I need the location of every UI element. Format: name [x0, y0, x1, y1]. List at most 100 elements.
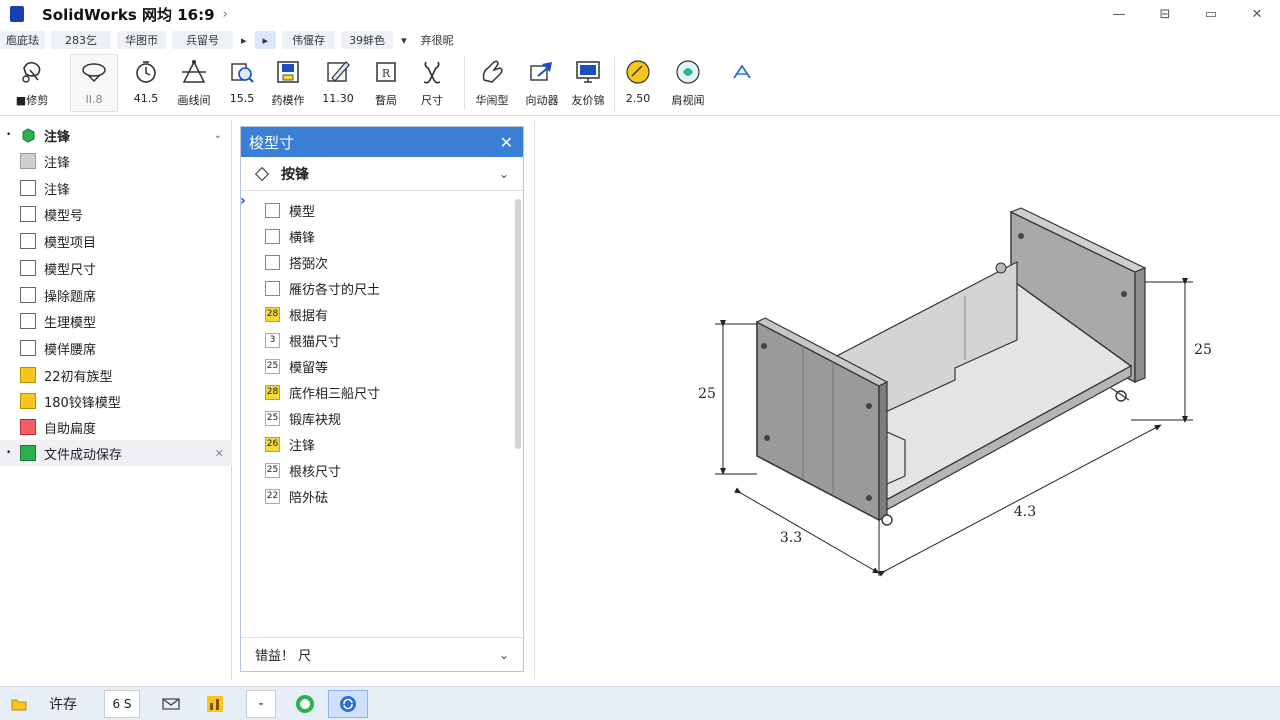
- menu-item-6[interactable]: 39蚌色: [341, 31, 394, 49]
- checkbox[interactable]: [265, 202, 280, 218]
- tree-item[interactable]: 模佯腰席: [0, 335, 232, 361]
- tree-item[interactable]: 注锋: [0, 148, 232, 174]
- refresh-icon: [340, 696, 356, 712]
- taskbar-chart[interactable]: [200, 690, 230, 718]
- list-item-label: 根据有: [289, 308, 329, 324]
- menu-arrow-1[interactable]: ▸: [239, 31, 249, 49]
- chevron-down-icon[interactable]: ⌄: [499, 167, 509, 181]
- list-item[interactable]: 28 底作相三船尺寸: [241, 379, 511, 405]
- dimension-badge: 3: [265, 332, 280, 348]
- list-item[interactable]: 22 陪外砝: [241, 483, 511, 509]
- tool-dimension[interactable]: 尺寸: [408, 54, 456, 112]
- taskbar-save[interactable]: 许存: [40, 690, 86, 718]
- tree-item[interactable]: 自助扁度: [0, 414, 232, 440]
- list-item[interactable]: 雁彷各寸的尺土: [241, 275, 511, 301]
- graphics-viewport[interactable]: 25 25 3.3 4.3: [534, 120, 1280, 680]
- close-icon[interactable]: ✕: [215, 447, 224, 460]
- taskbar-mail[interactable]: [156, 690, 186, 718]
- tree-item[interactable]: 生理模型: [0, 308, 232, 334]
- tool-move[interactable]: 向动器: [518, 54, 566, 112]
- panel-footer[interactable]: 错益！ 尺 ⌄: [241, 637, 523, 671]
- list-item[interactable]: 28 根据有: [241, 301, 511, 327]
- tree-item-root[interactable]: • 注锋 ⌄: [0, 122, 232, 148]
- menu-item-4[interactable]: 兵留号: [172, 31, 233, 49]
- tool-sun[interactable]: 2.50: [614, 54, 662, 112]
- panel-scrollbar[interactable]: [515, 199, 521, 449]
- tree-item[interactable]: 模型尺寸: [0, 255, 232, 281]
- taskbar-minus[interactable]: -: [246, 690, 276, 718]
- list-item[interactable]: 模型: [241, 197, 511, 223]
- app-logo-icon: [10, 6, 24, 22]
- checkbox[interactable]: [265, 254, 280, 270]
- tool-reference[interactable]: R 瞀局: [362, 54, 410, 112]
- title-chevron-icon[interactable]: ›: [223, 7, 228, 22]
- checkbox[interactable]: [265, 228, 280, 244]
- list-item[interactable]: 25 模留等: [241, 353, 511, 379]
- tree-item[interactable]: 模型项目: [0, 228, 232, 254]
- tool-sketch[interactable]: II.8: [70, 54, 118, 112]
- dimension-badge: 25: [265, 410, 280, 426]
- panel-section-header[interactable]: 按锋 ⌄: [241, 157, 523, 191]
- tree-item-label: 自助扁度: [44, 421, 97, 437]
- sketch-shape-icon: [80, 59, 108, 87]
- menu-item-7[interactable]: 弃很昵: [415, 31, 460, 49]
- menu-item-2[interactable]: 283乞: [51, 31, 111, 49]
- feature-tree: • 注锋 ⌄ 注锋 注锋 模型号 模型项目 模型尺寸 操除题席 生理模型 模佯腰…: [0, 120, 232, 680]
- taskbar-app[interactable]: 6 S: [104, 690, 140, 718]
- menu-item-1[interactable]: 庖庛珐: [0, 31, 45, 49]
- ribbon-separator: [464, 56, 465, 110]
- tree-item[interactable]: 注锋: [0, 175, 232, 201]
- list-item[interactable]: 3 根猫尺寸: [241, 327, 511, 353]
- tool-view[interactable]: 肩视闻: [664, 54, 712, 112]
- taskbar-chat[interactable]: [290, 690, 320, 718]
- tool-edit[interactable]: 11.30: [314, 54, 362, 112]
- tree-item[interactable]: 操除题席: [0, 282, 232, 308]
- tool-label: 华闹型: [475, 94, 509, 107]
- tool-hand[interactable]: 华闹型: [468, 54, 516, 112]
- restore-button[interactable]: ⊟: [1142, 0, 1188, 28]
- list-item[interactable]: 25 锻库袂规: [241, 405, 511, 431]
- close-button[interactable]: ✕: [1234, 0, 1280, 28]
- list-item-label: 陪外砝: [289, 490, 329, 506]
- sun-icon: [624, 58, 652, 86]
- chevron-down-icon[interactable]: ⌄: [499, 648, 509, 662]
- tree-item[interactable]: 180铰锋模型: [0, 388, 232, 414]
- checkbox-icon: [20, 233, 36, 249]
- list-item-label: 雁彷各寸的尺土: [289, 282, 381, 298]
- minimize-button[interactable]: —: [1096, 0, 1142, 28]
- folder-icon: [11, 699, 27, 711]
- tool-display[interactable]: 友价锦: [564, 54, 612, 112]
- maximize-button[interactable]: ▭: [1188, 0, 1234, 28]
- list-item[interactable]: 25 根核尺寸: [241, 457, 511, 483]
- chevron-down-icon[interactable]: ⌄: [214, 130, 222, 141]
- tool-label: 肩视闻: [671, 94, 705, 107]
- panel-section-title: 按锋: [281, 166, 309, 183]
- menu-item-3[interactable]: 华图帀: [117, 31, 166, 49]
- reference-icon: R: [372, 58, 400, 86]
- tool-up[interactable]: [718, 54, 766, 112]
- tool-line[interactable]: 画线间: [170, 54, 218, 112]
- tool-zoom[interactable]: 15.5: [218, 54, 266, 112]
- list-item-label: 根核尺寸: [289, 464, 342, 480]
- menu-arrow-2[interactable]: ▸: [254, 31, 277, 49]
- list-item[interactable]: 横锋: [241, 223, 511, 249]
- list-item-label: 搭弼次: [289, 256, 329, 272]
- taskbar-refresh[interactable]: [328, 690, 368, 718]
- checkbox[interactable]: [265, 280, 280, 296]
- menu-dropdown-icon[interactable]: ▾: [399, 31, 409, 49]
- tool-trim[interactable]: ■修剪: [8, 54, 56, 112]
- model-drawing: 25 25 3.3 4.3: [698, 207, 1212, 577]
- menu-item-5[interactable]: 伟偃存: [282, 31, 336, 49]
- list-item[interactable]: 26 注锋: [241, 431, 511, 457]
- dimension-icon: [418, 58, 446, 86]
- tree-item[interactable]: 22初有族型: [0, 362, 232, 388]
- tool-save[interactable]: 药模作: [264, 54, 312, 112]
- taskbar-folder[interactable]: [8, 690, 30, 718]
- tool-clock[interactable]: 41.5: [122, 54, 170, 112]
- list-item[interactable]: 搭弼次: [241, 249, 511, 275]
- panel-close-button[interactable]: ✕: [500, 133, 513, 152]
- tree-item-selected[interactable]: • 文件成动保存 ✕: [0, 440, 232, 466]
- tree-item-label: 模型号: [44, 208, 84, 224]
- tree-item[interactable]: 模型号: [0, 201, 232, 227]
- tool-label: 药模作: [271, 94, 305, 107]
